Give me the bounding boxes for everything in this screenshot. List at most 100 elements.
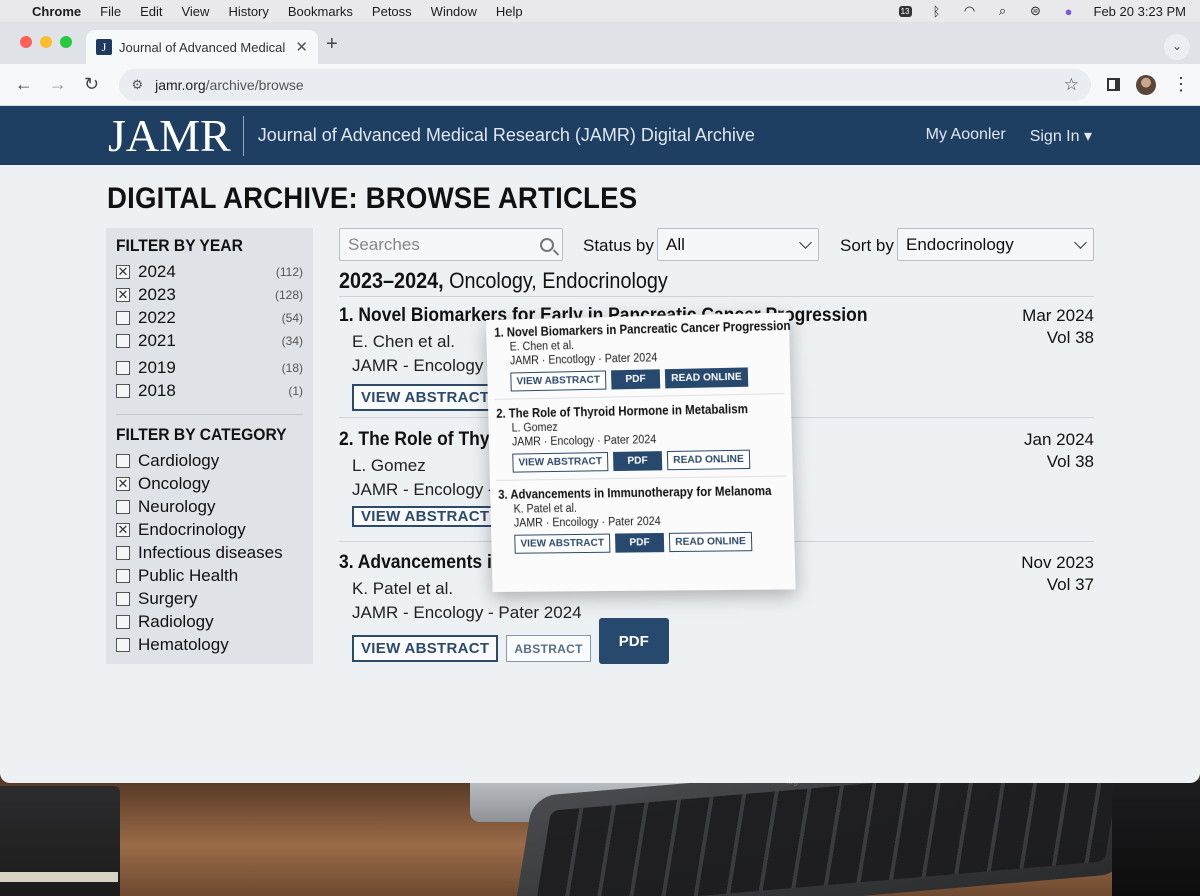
- filter-label: Hematology: [138, 635, 229, 655]
- view-abstract-button[interactable]: VIEW ABSTRACT: [514, 534, 610, 554]
- category-checkbox[interactable]: [116, 500, 130, 514]
- siri-icon[interactable]: ●: [1061, 4, 1077, 19]
- status-select[interactable]: All: [657, 228, 819, 261]
- article-preview-popup: 1. Novel Biomarkers in Pancreatic Cancer…: [486, 313, 796, 592]
- year-checkbox[interactable]: ✕: [116, 288, 130, 302]
- results-divider: [339, 296, 1094, 297]
- close-tab-icon[interactable]: ✕: [295, 38, 308, 56]
- address-bar[interactable]: ⚙ jamr.org/archive/browse ☆: [119, 69, 1091, 101]
- filter-year-2022[interactable]: 2022 (54): [116, 306, 303, 329]
- menu-app[interactable]: Chrome: [32, 4, 81, 19]
- zoom-window-button[interactable]: [60, 36, 72, 48]
- year-checkbox[interactable]: ✕: [116, 265, 130, 279]
- category-checkbox[interactable]: [116, 454, 130, 468]
- filter-category-infectious-diseases[interactable]: Infectious diseases: [116, 541, 303, 564]
- view-abstract-button[interactable]: VIEW ABSTRACT: [512, 452, 608, 473]
- filter-year-2021[interactable]: 2021 (34): [116, 329, 303, 352]
- category-checkbox[interactable]: ✕: [116, 523, 130, 537]
- read-online-button[interactable]: READ ONLINE: [669, 532, 752, 552]
- view-abstract-button[interactable]: VIEW ABSTRACT: [352, 506, 498, 527]
- reload-icon[interactable]: ↻: [78, 74, 106, 95]
- view-abstract-button[interactable]: VIEW ABSTRACT: [352, 384, 498, 411]
- category-checkbox[interactable]: [116, 615, 130, 629]
- menu-petoss[interactable]: Petoss: [372, 4, 412, 19]
- menu-help[interactable]: Help: [496, 4, 523, 19]
- chevron-down-icon: [1074, 236, 1087, 249]
- menu-bookmarks[interactable]: Bookmarks: [288, 4, 353, 19]
- browser-tab[interactable]: J Journal of Advanced Medical Research ✕: [86, 30, 318, 64]
- spotlight-search-icon[interactable]: ⌕: [995, 3, 1011, 19]
- filter-category-public-health[interactable]: Public Health: [116, 564, 303, 587]
- search-input[interactable]: Searches: [339, 228, 563, 261]
- popup-actions: VIEW ABSTRACT PDF READ ONLINE: [512, 449, 784, 473]
- tab-search-icon[interactable]: ⌄: [1164, 34, 1190, 60]
- back-icon[interactable]: ←: [10, 74, 38, 95]
- menu-edit[interactable]: Edit: [140, 4, 162, 19]
- pdf-button[interactable]: PDF: [613, 451, 662, 471]
- filter-category-neurology[interactable]: Neurology: [116, 495, 303, 518]
- pdf-button[interactable]: PDF: [599, 618, 669, 664]
- category-checkbox[interactable]: [116, 592, 130, 606]
- status-badge-icon[interactable]: 13: [899, 6, 912, 17]
- close-window-button[interactable]: [20, 36, 32, 48]
- pdf-button[interactable]: PDF: [611, 369, 660, 389]
- year-checkbox[interactable]: [116, 334, 130, 348]
- filter-year-2023[interactable]: ✕ 2023 (128): [116, 283, 303, 306]
- tab-strip: J Journal of Advanced Medical Research ✕…: [0, 22, 1200, 64]
- year-checkbox[interactable]: [116, 384, 130, 398]
- menu-kebab-icon[interactable]: ⋮: [1172, 74, 1190, 95]
- wifi-icon[interactable]: ◠: [962, 3, 978, 19]
- favicon-icon: J: [96, 39, 112, 55]
- filter-label: Surgery: [138, 589, 198, 609]
- menu-history[interactable]: History: [228, 4, 268, 19]
- bookmark-star-icon[interactable]: ☆: [1064, 75, 1079, 95]
- my-account-link[interactable]: My Aoonler: [926, 126, 1006, 146]
- category-checkbox[interactable]: [116, 638, 130, 652]
- profile-avatar[interactable]: [1136, 75, 1156, 95]
- filter-year-2018[interactable]: 2018 (1): [116, 379, 303, 402]
- forward-icon[interactable]: →: [44, 74, 72, 95]
- category-checkbox[interactable]: ✕: [116, 477, 130, 491]
- article-date: Mar 2024 Vol 38: [1022, 305, 1094, 349]
- minimize-window-button[interactable]: [40, 36, 52, 48]
- filter-category-oncology[interactable]: ✕ Oncology: [116, 472, 303, 495]
- view-abstract-button[interactable]: VIEW ABSTRACT: [510, 370, 606, 391]
- side-panel-icon[interactable]: [1107, 78, 1120, 91]
- filter-category-endocrinology[interactable]: ✕ Endocrinology: [116, 518, 303, 541]
- read-online-button[interactable]: READ ONLINE: [667, 450, 750, 471]
- menu-file[interactable]: File: [100, 4, 121, 19]
- logo-divider: [243, 116, 244, 156]
- popup-actions: VIEW ABSTRACT PDF READ ONLINE: [510, 367, 782, 392]
- year-checkbox[interactable]: [116, 311, 130, 325]
- filter-category-radiology[interactable]: Radiology: [116, 610, 303, 633]
- filter-year-2019[interactable]: 2019 (18): [116, 356, 303, 379]
- pdf-button[interactable]: PDF: [615, 533, 664, 553]
- year-checkbox[interactable]: [116, 361, 130, 375]
- status-label: Status by: [583, 236, 654, 256]
- site-logo[interactable]: JAMR: [108, 113, 231, 159]
- url-host: jamr.org: [155, 77, 206, 93]
- filter-year-2024[interactable]: ✕ 2024 (112): [116, 260, 303, 283]
- menubar-clock[interactable]: Feb 20 3:23 PM: [1094, 4, 1187, 19]
- category-checkbox[interactable]: [116, 569, 130, 583]
- site-info-icon[interactable]: ⚙: [131, 77, 143, 93]
- popup-title[interactable]: 3. Advancements in Immunotherapy for Mel…: [498, 484, 756, 502]
- abstract-button[interactable]: ABSTRACT: [506, 635, 590, 662]
- sort-select[interactable]: Endocrinology: [897, 228, 1094, 261]
- bluetooth-icon[interactable]: ᛒ: [929, 4, 945, 19]
- menu-view[interactable]: View: [181, 4, 209, 19]
- search-placeholder: Searches: [348, 235, 420, 255]
- filter-category-hematology[interactable]: Hematology: [116, 633, 303, 656]
- new-tab-icon[interactable]: +: [326, 33, 338, 56]
- search-icon[interactable]: [540, 238, 554, 252]
- filter-category-surgery[interactable]: Surgery: [116, 587, 303, 610]
- view-abstract-button[interactable]: VIEW ABSTRACT: [352, 635, 498, 662]
- category-checkbox[interactable]: [116, 546, 130, 560]
- results-heading-years: 2023–2024,: [339, 268, 444, 293]
- control-center-icon[interactable]: ⊜: [1028, 3, 1044, 19]
- filter-year-heading: FILTER BY YEAR: [116, 236, 288, 256]
- read-online-button[interactable]: READ ONLINE: [665, 367, 748, 388]
- menu-window[interactable]: Window: [431, 4, 477, 19]
- sign-in-link[interactable]: Sign In ▾: [1030, 126, 1092, 146]
- filter-category-cardiology[interactable]: Cardiology: [116, 449, 303, 472]
